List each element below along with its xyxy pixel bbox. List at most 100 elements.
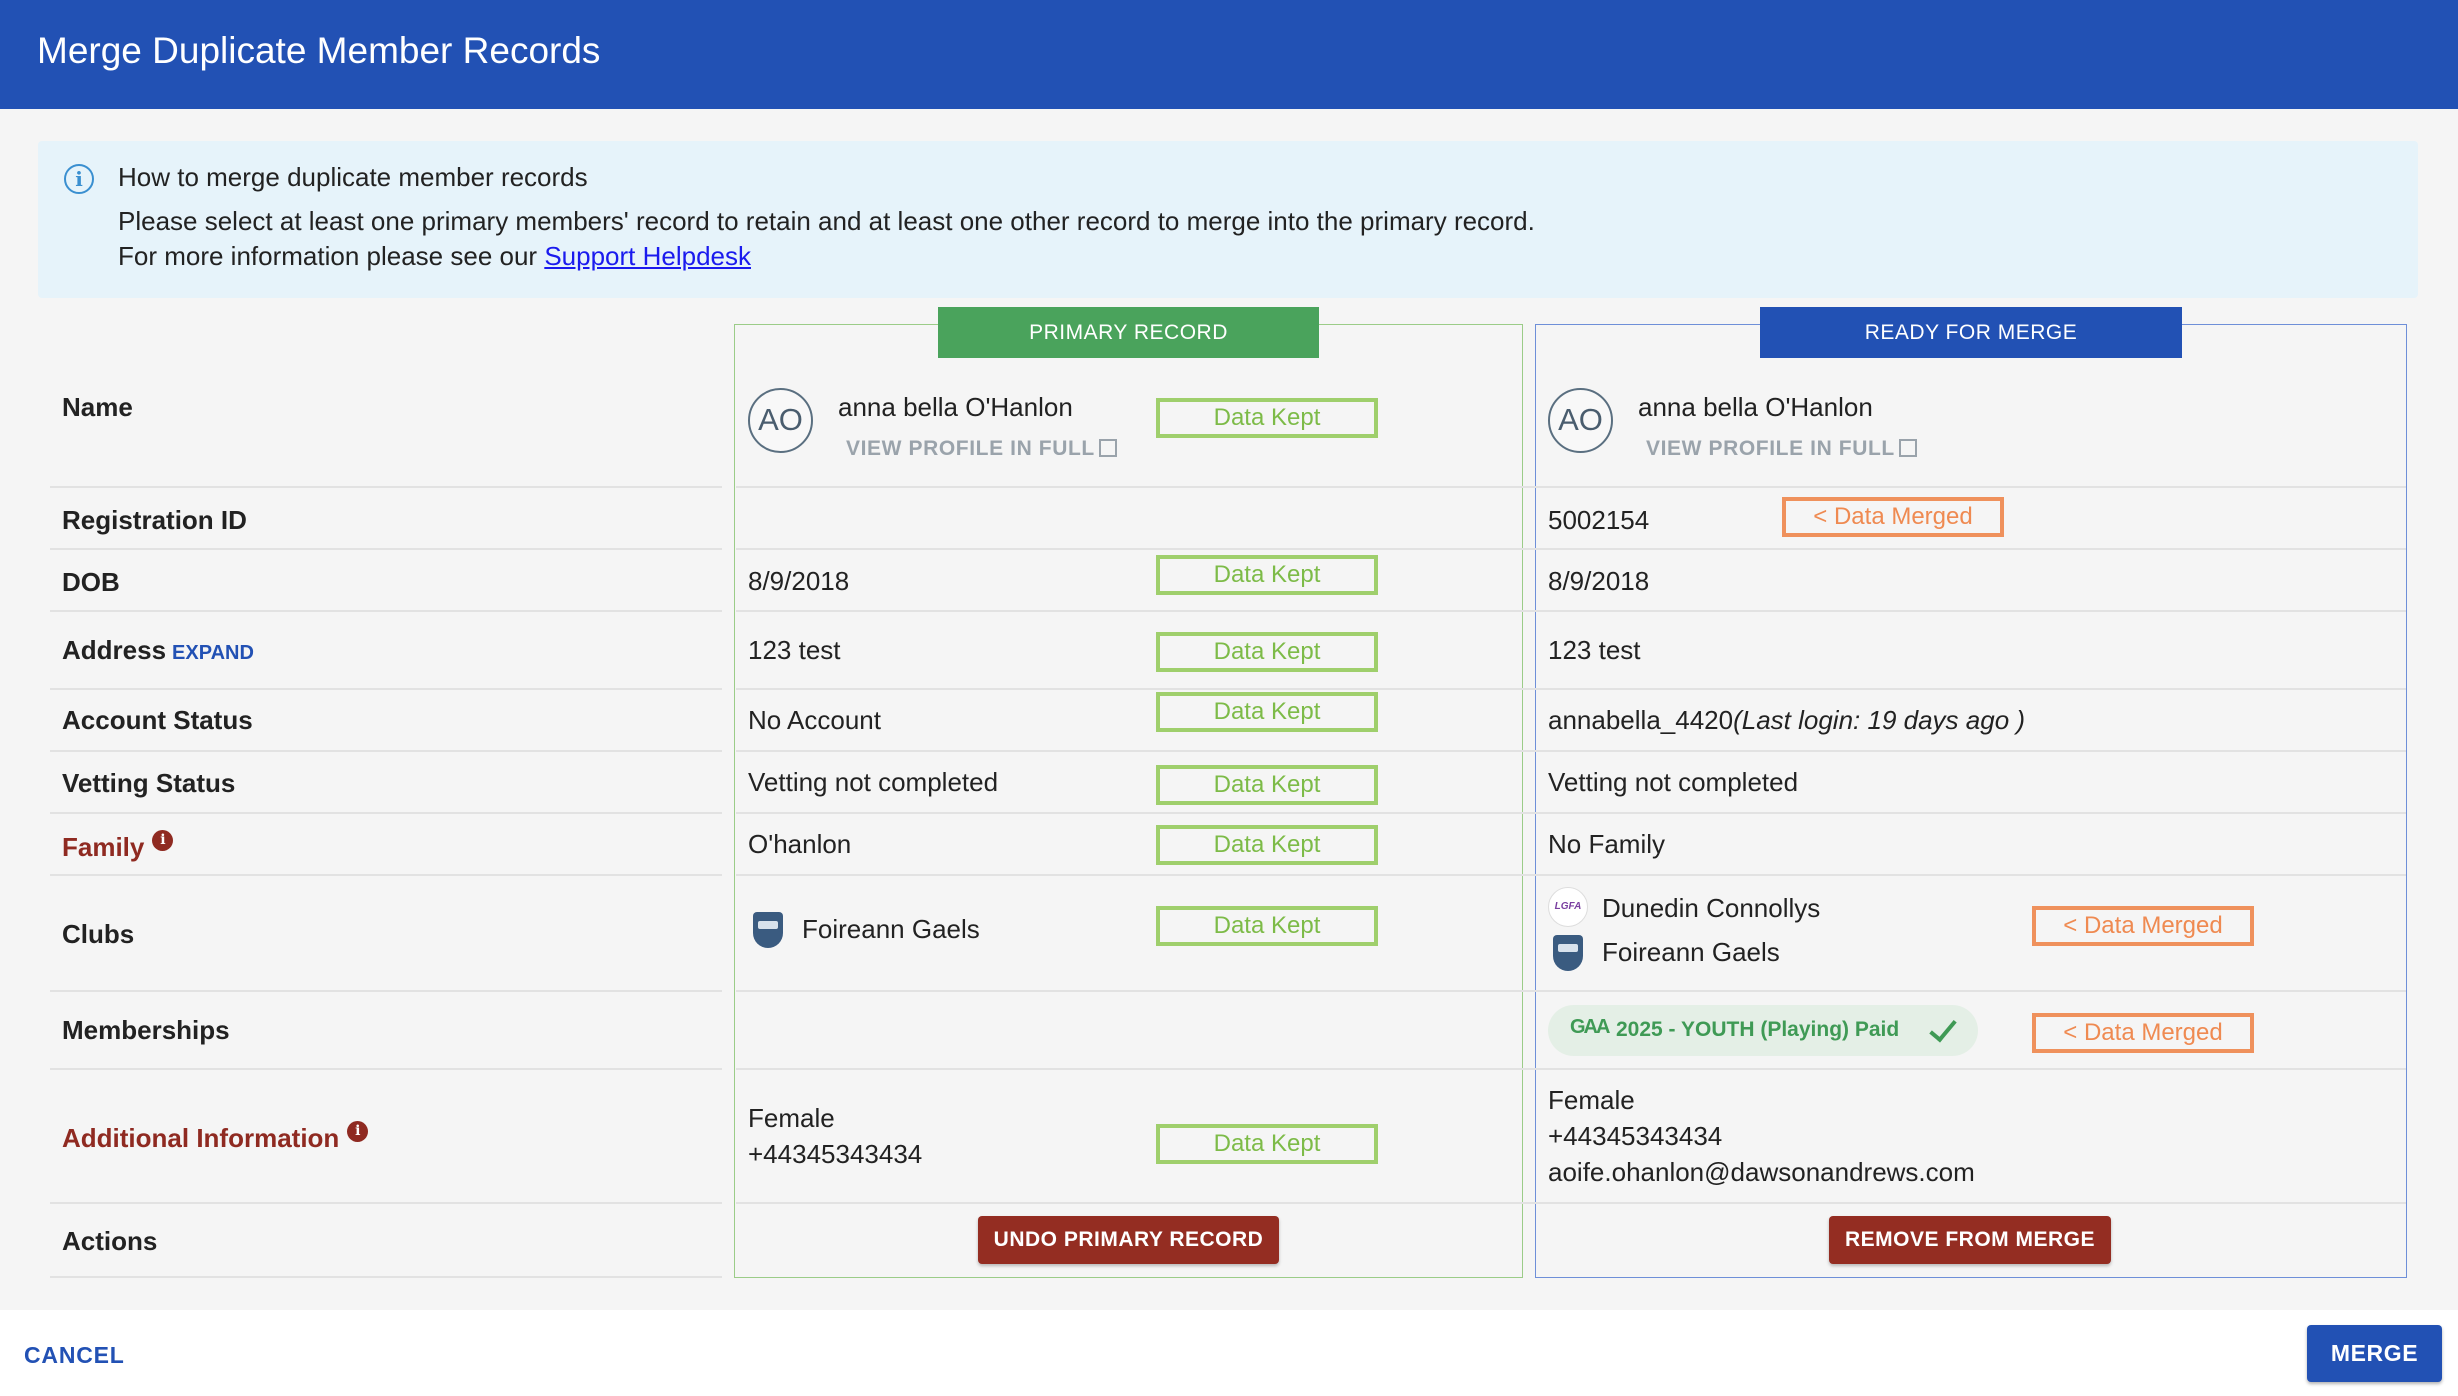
info-help-prefix: For more information please see our <box>118 241 545 271</box>
label-dob: DOB <box>62 567 120 597</box>
primary-club-name: Foireann Gaels <box>802 914 980 944</box>
external-link-icon <box>1098 439 1117 457</box>
label-address-text: Address <box>62 635 167 665</box>
foireann-gaels-crest-icon <box>753 912 783 948</box>
primary-view-profile-link[interactable]: VIEW PROFILE IN FULL <box>846 437 1117 461</box>
info-text: Please select at least one primary membe… <box>118 206 1535 236</box>
info-heading: How to merge duplicate member records <box>118 162 588 192</box>
primary-additional-phone: +44345343434 <box>748 1139 923 1169</box>
dialog-title: Merge Duplicate Member Records <box>37 30 601 71</box>
row-divider <box>50 688 722 690</box>
merge-additional-phone: +44345343434 <box>1548 1121 1723 1151</box>
lgfa-logo-icon: LGFA <box>1548 887 1588 927</box>
row-divider <box>736 610 2406 612</box>
primary-account-status: No Account <box>748 705 881 735</box>
primary-record-badge: PRIMARY RECORD <box>938 307 1319 358</box>
merge-button[interactable]: MERGE <box>2307 1325 2442 1382</box>
row-divider <box>50 1276 722 1278</box>
merge-view-profile-link[interactable]: VIEW PROFILE IN FULL <box>1646 437 1917 461</box>
info-icon: i <box>64 164 94 194</box>
primary-dob-data-kept: Data Kept <box>1156 555 1378 595</box>
family-info-icon[interactable]: i <box>152 830 174 851</box>
row-divider <box>50 610 722 612</box>
memberships-data-merged: < Data Merged <box>2032 1013 2254 1053</box>
info-help-line: For more information please see our Supp… <box>118 241 751 272</box>
primary-clubs-data-kept: Data Kept <box>1156 906 1378 946</box>
label-additional-information: Additional Information i <box>62 1121 369 1154</box>
label-registration-id: Registration ID <box>62 505 247 535</box>
merge-family: No Family <box>1548 829 1666 859</box>
merge-additional-email: aoife.ohanlon@dawsonandrews.com <box>1548 1157 1975 1187</box>
merge-club-2: Foireann Gaels <box>1602 937 1780 967</box>
label-family-text: Family <box>62 832 145 862</box>
merge-dob: 8/9/2018 <box>1548 566 1650 596</box>
remove-from-merge-button[interactable]: REMOVE FROM MERGE <box>1829 1216 2111 1264</box>
gaa-logo-icon: GAA <box>1570 1016 1610 1038</box>
label-memberships: Memberships <box>62 1015 230 1045</box>
external-link-icon <box>1898 439 1917 457</box>
row-divider <box>50 486 722 488</box>
primary-vetting-status: Vetting not completed <box>748 767 999 797</box>
merge-account-status: annabella_4420(Last login: 19 days ago ) <box>1548 705 2025 736</box>
registration-id-data-merged: < Data Merged <box>1782 497 2004 537</box>
merge-avatar: AO <box>1548 388 1613 453</box>
merge-registration-id: 5002154 <box>1548 505 1650 535</box>
dialog-header: Merge Duplicate Member Records <box>0 0 2458 109</box>
label-clubs: Clubs <box>62 919 135 949</box>
support-helpdesk-link[interactable]: Support Helpdesk <box>544 241 751 271</box>
row-divider <box>50 990 722 992</box>
primary-vetting-data-kept: Data Kept <box>1156 765 1378 805</box>
row-divider <box>736 688 2406 690</box>
label-additional-info-text: Additional Information <box>62 1123 340 1153</box>
row-divider <box>736 486 2406 488</box>
merge-additional-gender: Female <box>1548 1085 1635 1115</box>
primary-family: O'hanlon <box>748 829 852 859</box>
primary-account-data-kept: Data Kept <box>1156 692 1378 732</box>
undo-primary-record-button[interactable]: UNDO PRIMARY RECORD <box>978 1216 1279 1264</box>
row-divider <box>50 812 722 814</box>
merge-vetting-status: Vetting not completed <box>1548 767 1799 797</box>
membership-label: 2025 - YOUTH (Playing) Paid <box>1616 1018 1900 1041</box>
primary-name-data-kept: Data Kept <box>1156 398 1378 438</box>
row-divider <box>736 990 2406 992</box>
label-address: Address EXPAND <box>62 635 254 666</box>
info-alert: i How to merge duplicate member records … <box>38 141 2418 298</box>
row-divider <box>50 750 722 752</box>
label-name: Name <box>62 392 133 422</box>
merge-club-1: Dunedin Connollys <box>1602 893 1821 923</box>
row-divider <box>736 1202 2406 1204</box>
merge-address: 123 test <box>1548 635 1641 665</box>
membership-chip: GAA 2025 - YOUTH (Playing) Paid <box>1548 1005 1978 1056</box>
primary-additional-gender: Female <box>748 1103 835 1133</box>
row-divider <box>736 812 2406 814</box>
merge-member-name: anna bella O'Hanlon <box>1638 392 1873 422</box>
primary-additional-data-kept: Data Kept <box>1156 1124 1378 1164</box>
primary-view-profile-label: VIEW PROFILE IN FULL <box>846 437 1095 460</box>
row-divider <box>50 1202 722 1204</box>
address-expand-link[interactable]: EXPAND <box>172 642 254 664</box>
primary-avatar: AO <box>748 388 813 453</box>
label-family: Family i <box>62 830 174 863</box>
foireann-gaels-crest-icon <box>1553 935 1583 971</box>
dialog-footer: CANCEL MERGE <box>0 1310 2458 1396</box>
primary-member-name: anna bella O'Hanlon <box>838 392 1073 422</box>
cancel-button[interactable]: CANCEL <box>24 1342 125 1369</box>
ready-for-merge-badge: READY FOR MERGE <box>1760 307 2182 358</box>
clubs-data-merged: < Data Merged <box>2032 906 2254 946</box>
row-divider <box>736 548 2406 550</box>
label-vetting-status: Vetting Status <box>62 768 236 798</box>
primary-family-data-kept: Data Kept <box>1156 825 1378 865</box>
merge-account-username: annabella_4420 <box>1548 705 1734 735</box>
row-divider <box>50 874 722 876</box>
primary-address: 123 test <box>748 635 841 665</box>
label-actions: Actions <box>62 1226 158 1256</box>
row-divider <box>50 548 722 550</box>
row-divider <box>50 1068 722 1070</box>
row-divider <box>736 1068 2406 1070</box>
merge-last-login: (Last login: 19 days ago ) <box>1733 705 2026 735</box>
primary-address-data-kept: Data Kept <box>1156 632 1378 672</box>
additional-info-icon[interactable]: i <box>347 1121 369 1142</box>
row-divider <box>736 750 2406 752</box>
merge-view-profile-label: VIEW PROFILE IN FULL <box>1646 437 1895 460</box>
row-divider <box>736 874 2406 876</box>
